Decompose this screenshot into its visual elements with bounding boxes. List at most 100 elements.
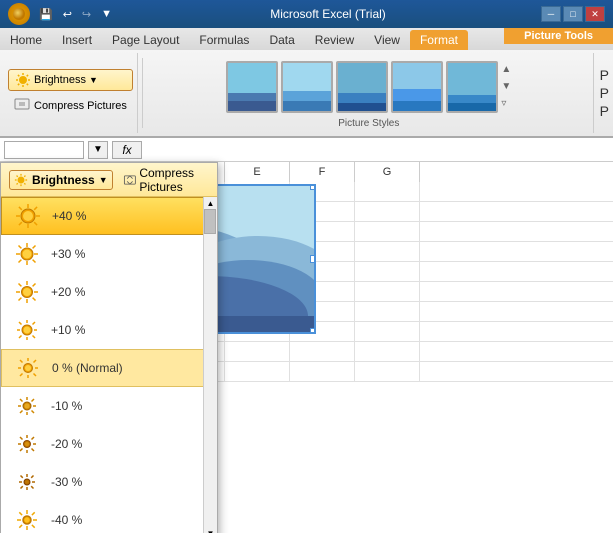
brightness-label: Brightness [34,74,86,86]
cell-g21[interactable] [355,342,420,361]
dropdown-header: Brightness ▼ Compress Pictures [1,163,217,197]
picture-styles-group: ▲ ▼ ▿ Picture Styles [147,53,591,133]
brightness-item-20[interactable]: +20 % [1,273,217,311]
tab-home[interactable]: Home [0,30,52,50]
style-more[interactable]: ▿ [501,98,511,109]
right-adjust-group: P P P [593,53,609,133]
minimize-btn[interactable]: ─ [541,6,561,22]
cell-g19[interactable] [355,302,420,321]
picture-tools-header: Picture Tools [504,28,613,44]
tab-review[interactable]: Review [305,30,364,50]
brightness-dropdown-btn[interactable]: Brightness ▼ [8,69,133,91]
name-box[interactable] [4,141,84,159]
brightness-item-40[interactable]: +40 % [1,197,217,235]
col-header-g[interactable]: G [355,162,420,182]
close-btn[interactable]: ✕ [585,6,605,22]
brightness-item-m20[interactable]: -20 % [1,425,217,463]
style-thumb-2[interactable] [281,61,333,113]
formula-input[interactable] [146,141,609,159]
compress-pictures-btn[interactable]: Compress Pictures [8,95,133,117]
cell-e21[interactable] [225,342,290,361]
brightness-item-m30[interactable]: -30 % [1,463,217,501]
formula-expand-btn[interactable]: ▼ [88,141,108,159]
cell-g13[interactable] [355,182,420,201]
cell-f21[interactable] [290,342,355,361]
menu-scrollbar[interactable]: ▲ ▼ [203,197,217,533]
handle-tr[interactable] [310,184,316,190]
window-controls: ─ □ ✕ [541,6,605,22]
brightness-item-m40[interactable]: -40 % [1,501,217,533]
quick-access-toolbar: 💾 ↩ ↪ ▼ [36,7,115,22]
brightness-value-m20: -20 % [51,437,82,451]
window-title: Microsoft Excel (Trial) [115,7,541,21]
cell-g16[interactable] [355,242,420,261]
right-btn-3[interactable]: P [600,103,609,119]
picture-styles-label: Picture Styles [338,118,399,129]
handle-mr[interactable] [310,255,316,263]
tab-data[interactable]: Data [259,30,304,50]
col-header-f[interactable]: F [290,162,355,182]
tab-insert[interactable]: Insert [52,30,102,50]
style-thumb-4[interactable] [391,61,443,113]
office-button[interactable] [8,3,30,25]
tab-formulas[interactable]: Formulas [189,30,259,50]
style-thumbnails: ▲ ▼ ▿ [226,57,511,116]
dropdown-arrow: ▼ [99,175,108,185]
handle-br[interactable] [310,328,316,334]
style-scroll-btns: ▲ ▼ ▿ [501,61,511,113]
customize-btn[interactable]: ▼ [98,7,115,21]
right-icon-3: P [600,103,609,119]
sun-icon-10 [13,316,41,344]
cell-g15[interactable] [355,222,420,241]
restore-btn[interactable]: □ [563,6,583,22]
tab-view[interactable]: View [364,30,410,50]
brightness-item-10[interactable]: +10 % [1,311,217,349]
title-bar-left: 💾 ↩ ↪ ▼ [8,3,115,25]
cell-g22[interactable] [355,362,420,381]
formula-fx-btn[interactable]: fx [112,141,142,159]
style-thumb-5[interactable] [446,61,498,113]
style-scroll-up[interactable]: ▲ [501,64,511,75]
right-btn-1[interactable]: P [600,67,609,83]
adjust-group: Brightness ▼ Compress Pictures [4,53,138,133]
undo-btn[interactable]: ↩ [60,7,75,22]
scroll-track [204,209,217,527]
sun-icon-m20 [13,430,41,458]
cell-f22[interactable] [290,362,355,381]
brightness-header-btn[interactable]: Brightness ▼ [9,170,113,190]
brightness-item-0[interactable]: 0 % (Normal) [1,349,217,387]
sun-icon-m10 [13,392,41,420]
scroll-thumb[interactable] [204,209,216,234]
cell-g17[interactable] [355,262,420,281]
tab-page-layout[interactable]: Page Layout [102,30,189,50]
right-icon-1: P [600,67,609,83]
style-thumb-3[interactable] [336,61,388,113]
compress-header-icon [123,170,137,190]
sun-icon-m30 [13,468,41,496]
brightness-arrow: ▼ [89,75,98,85]
style-thumb-1[interactable] [226,61,278,113]
sun-icon-20 [13,278,41,306]
top-section: 💾 ↩ ↪ ▼ Microsoft Excel (Trial) ─ □ ✕ Pi… [0,0,613,162]
save-quick-btn[interactable]: 💾 [36,7,56,22]
col-header-e[interactable]: E [225,162,290,182]
sun-icon-0 [14,354,42,382]
brightness-value-10: +10 % [51,323,85,337]
right-btn-2[interactable]: P [600,85,609,101]
brightness-header-icon [14,173,28,187]
compress-pictures-header-btn[interactable]: Compress Pictures [123,166,209,194]
brightness-value-0: 0 % (Normal) [52,361,123,375]
cell-g18[interactable] [355,282,420,301]
brightness-item-m10[interactable]: -10 % [1,387,217,425]
redo-btn[interactable]: ↪ [79,7,94,22]
brightness-value-m40: -40 % [51,513,82,527]
style-scroll-down[interactable]: ▼ [501,81,511,92]
scroll-up-btn[interactable]: ▲ [204,197,217,209]
cell-e22[interactable] [225,362,290,381]
brightness-item-30[interactable]: +30 % [1,235,217,273]
cell-g14[interactable] [355,202,420,221]
scroll-down-btn[interactable]: ▼ [204,527,217,533]
brightness-value-m10: -10 % [51,399,82,413]
tab-format[interactable]: Format [410,30,468,50]
cell-g20[interactable] [355,322,420,341]
